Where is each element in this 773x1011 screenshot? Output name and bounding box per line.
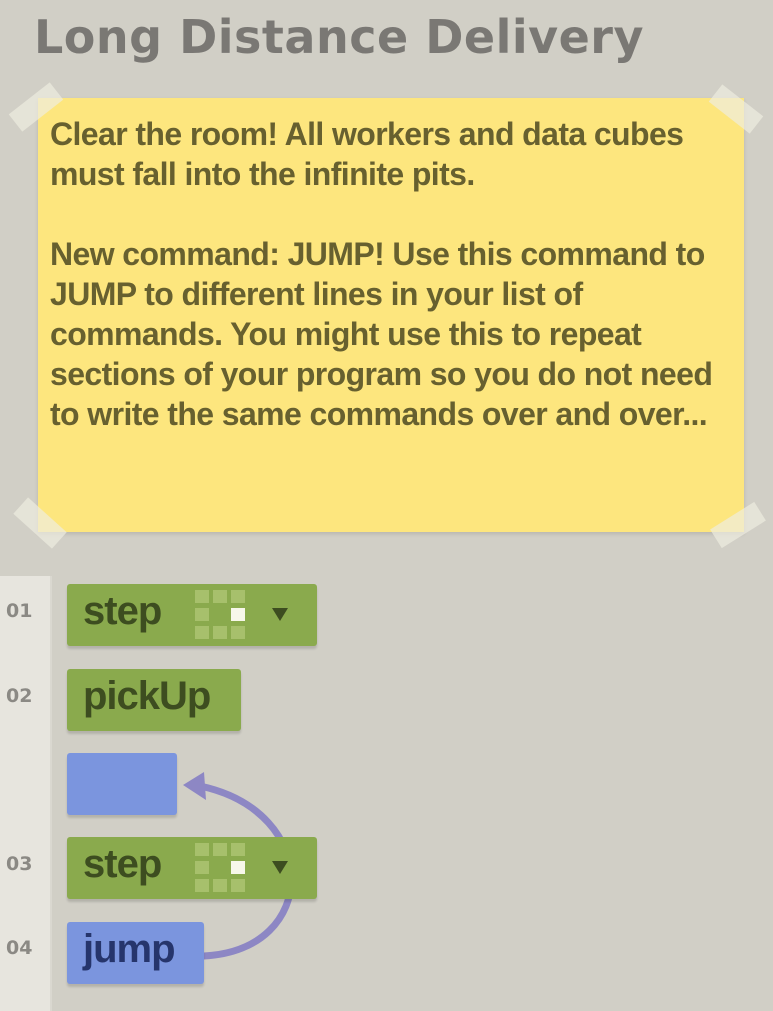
command-label: step	[83, 589, 162, 633]
command-step[interactable]: step	[67, 837, 317, 899]
command-label: step	[83, 842, 162, 886]
command-label: pickUp	[83, 674, 211, 718]
command-label: jump	[83, 927, 176, 971]
command-pickup[interactable]: pickUp	[67, 669, 241, 731]
direction-grid-icon[interactable]	[195, 843, 249, 893]
jump-target-marker[interactable]	[67, 753, 177, 815]
triangle-down-icon[interactable]	[272, 861, 288, 874]
direction-grid-icon[interactable]	[195, 590, 249, 640]
command-step[interactable]: step	[67, 584, 317, 646]
triangle-down-icon[interactable]	[272, 608, 288, 621]
command-jump[interactable]: jump	[67, 922, 204, 984]
